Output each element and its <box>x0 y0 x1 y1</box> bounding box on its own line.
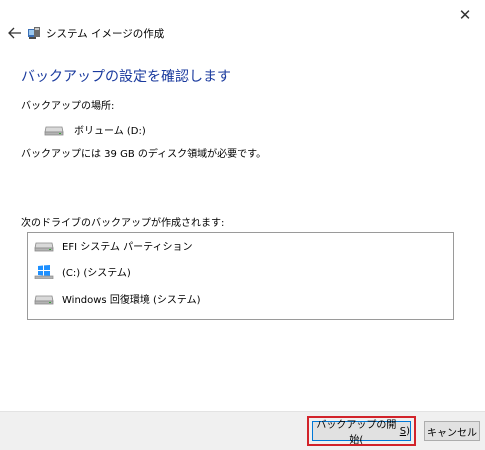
list-item: EFI システム パーティション <box>34 238 192 253</box>
backup-location-label: バックアップの場所: <box>21 101 115 112</box>
drive-icon <box>34 242 54 251</box>
drives-list-label: 次のドライブのバックアップが作成されます: <box>21 218 225 229</box>
start-backup-label-prefix: バックアップの開始( <box>316 420 397 446</box>
backup-location-drive-name: ボリューム (D:) <box>74 126 146 137</box>
page-heading: バックアップの設定を確認します <box>21 69 231 85</box>
start-backup-button[interactable]: バックアップの開始(S) <box>312 420 411 446</box>
back-button[interactable] <box>6 24 24 42</box>
system-image-icon <box>28 27 40 39</box>
drive-name: (C:) (システム) <box>62 268 131 279</box>
drive-icon <box>34 295 54 304</box>
windows-drive-icon <box>34 264 54 279</box>
create-system-image-window: ✕ システム イメージの作成 バックアップの設定を確認します バックアップの場所… <box>0 0 485 450</box>
list-item: (C:) (システム) <box>34 264 131 279</box>
drive-name: Windows 回復環境 (システム) <box>62 295 201 306</box>
drives-list: EFI システム パーティション (C:) (システム) Windows 回復環… <box>27 232 454 320</box>
required-space-text: バックアップには 39 GB のディスク領域が必要です。 <box>21 149 267 160</box>
backup-location-drive: ボリューム (D:) <box>44 122 146 137</box>
drive-name: EFI システム パーティション <box>62 242 193 253</box>
list-item: Windows 回復環境 (システム) <box>34 291 201 306</box>
drive-icon <box>44 126 64 135</box>
start-backup-label-suffix: ) <box>406 425 410 437</box>
back-arrow-icon <box>8 27 21 39</box>
close-button[interactable]: ✕ <box>445 0 485 30</box>
window-title: システム イメージの作成 <box>46 28 165 40</box>
cancel-button[interactable]: キャンセル <box>424 421 480 441</box>
close-icon: ✕ <box>458 6 472 24</box>
button-bar: バックアップの開始(S) キャンセル <box>0 411 485 450</box>
